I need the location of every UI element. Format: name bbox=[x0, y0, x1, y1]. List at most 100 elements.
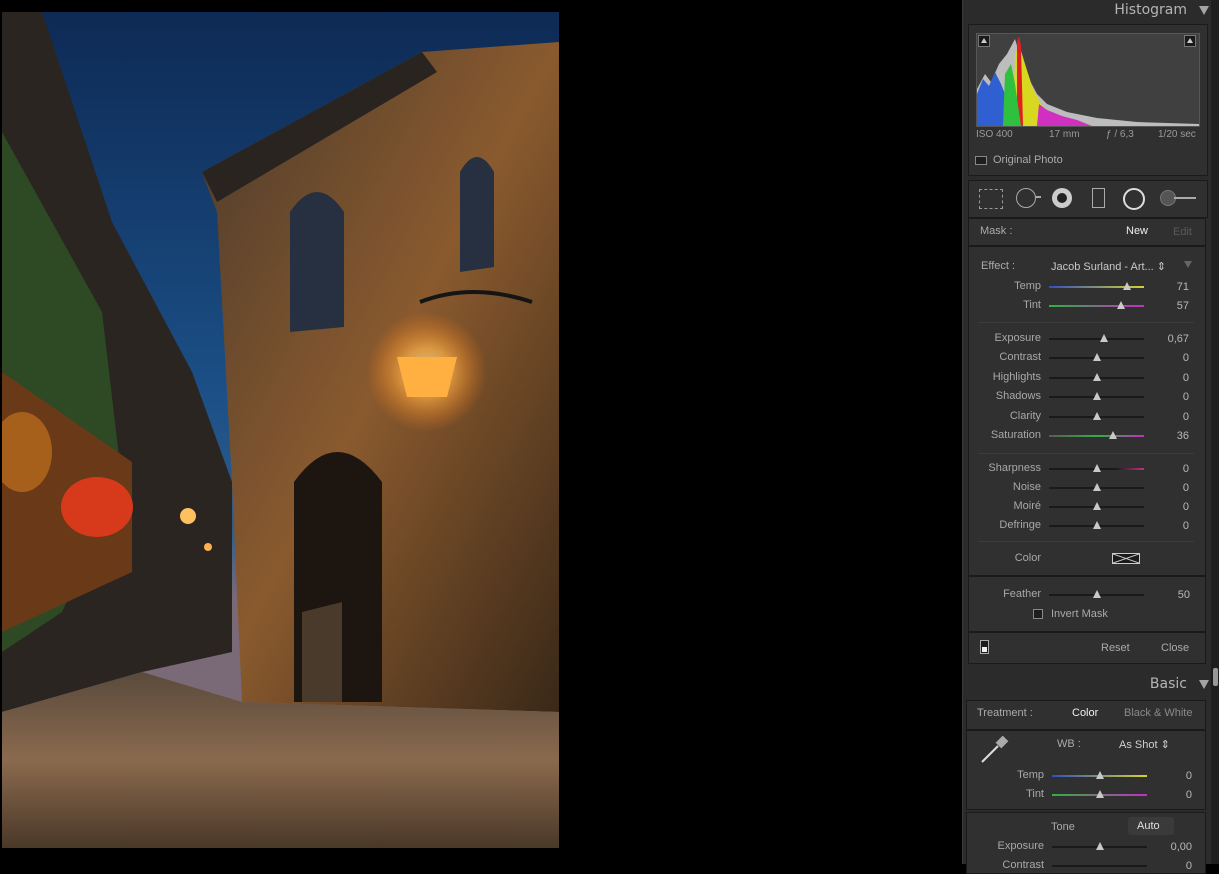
effect-collapse-icon[interactable] bbox=[1184, 261, 1192, 268]
mask-noise-value[interactable]: 0 bbox=[1155, 482, 1189, 494]
feather-label: Feather bbox=[1003, 588, 1041, 600]
mask-saturation-track[interactable] bbox=[1049, 435, 1144, 437]
iso-readout: ISO 400 bbox=[976, 129, 1013, 140]
effect-label: Effect : bbox=[981, 260, 1016, 272]
toggle-switch-icon[interactable] bbox=[980, 640, 989, 654]
shutter-readout: 1/20 sec bbox=[1158, 129, 1196, 140]
tone-auto-label: Auto bbox=[1137, 820, 1160, 832]
mask-defringe-value[interactable]: 0 bbox=[1155, 520, 1189, 532]
basic-temp-value[interactable]: 0 bbox=[1158, 770, 1192, 782]
mask-contrast-value[interactable]: 0 bbox=[1155, 352, 1189, 364]
spot-removal-icon[interactable] bbox=[1016, 188, 1036, 208]
mask-moir-label: Moiré bbox=[1013, 500, 1041, 512]
mask-contrast-label: Contrast bbox=[999, 351, 1041, 363]
tone-label: Tone bbox=[1051, 821, 1075, 833]
mask-highlights-value[interactable]: 0 bbox=[1155, 372, 1189, 384]
mask-shadows-value[interactable]: 0 bbox=[1155, 391, 1189, 403]
mask-noise-thumb[interactable] bbox=[1092, 483, 1101, 491]
histogram-graph bbox=[976, 33, 1200, 127]
section-divider bbox=[978, 541, 1194, 542]
basic-tint-thumb[interactable] bbox=[1096, 790, 1104, 798]
mask-contrast-thumb[interactable] bbox=[1092, 353, 1101, 361]
basic-exposure-label: Exposure bbox=[997, 840, 1044, 852]
wb-select[interactable]: As Shot ⇕ bbox=[1119, 738, 1170, 751]
basic-exposure-value[interactable]: 0,00 bbox=[1158, 841, 1192, 853]
crop-overlay-icon[interactable] bbox=[979, 189, 1003, 209]
mask-new-button[interactable]: New bbox=[1126, 225, 1148, 237]
mask-defringe-thumb[interactable] bbox=[1092, 521, 1101, 529]
mask-exposure-track[interactable] bbox=[1049, 338, 1144, 340]
basic-contrast-value[interactable]: 0 bbox=[1158, 860, 1192, 872]
basic-exposure-thumb[interactable] bbox=[1096, 842, 1104, 850]
mask-exposure-value[interactable]: 0,67 bbox=[1155, 333, 1189, 345]
close-button[interactable]: Close bbox=[1161, 642, 1189, 654]
mask-tint-track[interactable] bbox=[1049, 305, 1144, 307]
mask-tint-label: Tint bbox=[1023, 299, 1041, 311]
mask-sharpness-value[interactable]: 0 bbox=[1155, 463, 1189, 475]
aperture-readout: ƒ / 6,3 bbox=[1106, 129, 1134, 140]
mask-shadows-thumb[interactable] bbox=[1092, 392, 1101, 400]
feather-panel bbox=[968, 576, 1206, 632]
mask-label: Mask : bbox=[980, 225, 1013, 237]
histogram-title: Histogram bbox=[1114, 2, 1187, 18]
feather-slider-thumb[interactable] bbox=[1092, 590, 1101, 598]
color-swatch[interactable] bbox=[1112, 553, 1140, 564]
mask-clarity-thumb[interactable] bbox=[1092, 412, 1101, 420]
basic-contrast-label: Contrast bbox=[1002, 859, 1044, 871]
eyedropper-icon[interactable] bbox=[978, 734, 1010, 766]
mask-edit-button[interactable]: Edit bbox=[1173, 226, 1192, 238]
basic-contrast-track[interactable] bbox=[1052, 865, 1147, 867]
feather-value[interactable]: 50 bbox=[1156, 589, 1190, 601]
basic-collapse-triangle-icon[interactable] bbox=[1199, 680, 1209, 689]
photo-preview[interactable] bbox=[2, 12, 559, 848]
mask-temp-thumb[interactable] bbox=[1122, 282, 1131, 290]
shadow-clipping-icon[interactable] bbox=[978, 35, 990, 47]
original-photo-label: Original Photo bbox=[993, 154, 1063, 166]
radial-filter-icon[interactable] bbox=[1123, 188, 1145, 210]
mask-tint-value[interactable]: 57 bbox=[1155, 300, 1189, 312]
treatment-color-button[interactable]: Color bbox=[1072, 707, 1098, 719]
mask-saturation-thumb[interactable] bbox=[1108, 431, 1117, 439]
red-eye-icon[interactable] bbox=[1052, 188, 1072, 208]
graduated-filter-icon[interactable] bbox=[1092, 188, 1105, 208]
basic-temp-label: Temp bbox=[1017, 769, 1044, 781]
basic-header[interactable]: Basic bbox=[962, 674, 1219, 696]
collapse-triangle-icon[interactable] bbox=[1199, 6, 1209, 15]
original-photo-checkbox[interactable] bbox=[975, 156, 987, 165]
basic-tint-value[interactable]: 0 bbox=[1158, 789, 1192, 801]
histogram-header[interactable]: Histogram bbox=[962, 0, 1219, 22]
invert-mask-label: Invert Mask bbox=[1051, 608, 1108, 620]
section-divider bbox=[978, 453, 1194, 454]
highlight-clipping-icon[interactable] bbox=[1184, 35, 1196, 47]
mask-sharpness-thumb[interactable] bbox=[1092, 464, 1101, 472]
mask-exposure-label: Exposure bbox=[994, 332, 1041, 344]
reset-button[interactable]: Reset bbox=[1101, 642, 1130, 654]
mask-shadows-label: Shadows bbox=[995, 390, 1041, 402]
invert-mask-checkbox[interactable] bbox=[1033, 609, 1043, 619]
wb-label: WB : bbox=[1057, 738, 1081, 750]
mask-clarity-value[interactable]: 0 bbox=[1155, 411, 1189, 423]
mask-exposure-thumb[interactable] bbox=[1100, 334, 1109, 342]
mask-defringe-label: Defringe bbox=[999, 519, 1041, 531]
mask-highlights-thumb[interactable] bbox=[1092, 373, 1101, 381]
mask-tint-thumb[interactable] bbox=[1117, 301, 1126, 309]
mask-highlights-label: Highlights bbox=[992, 371, 1041, 383]
section-divider bbox=[978, 322, 1194, 323]
treatment-label: Treatment : bbox=[977, 707, 1033, 719]
mask-temp-value[interactable]: 71 bbox=[1155, 281, 1189, 293]
spot-removal-arrow-icon bbox=[1036, 196, 1041, 198]
mask-moir-thumb[interactable] bbox=[1092, 502, 1101, 510]
mask-saturation-label: Saturation bbox=[990, 429, 1041, 441]
mask-clarity-label: Clarity bbox=[1009, 410, 1041, 422]
basic-temp-thumb[interactable] bbox=[1096, 771, 1104, 779]
mask-saturation-value[interactable]: 36 bbox=[1155, 430, 1189, 442]
effect-preset-select[interactable]: Jacob Surland - Art... ⇕ bbox=[1051, 260, 1166, 273]
mask-sharpness-label: Sharpness bbox=[988, 462, 1041, 474]
mask-temp-label: Temp bbox=[1014, 280, 1041, 292]
treatment-bw-button[interactable]: Black & White bbox=[1124, 707, 1192, 719]
focal-readout: 17 mm bbox=[1049, 129, 1080, 140]
mask-moir-value[interactable]: 0 bbox=[1155, 501, 1189, 513]
scrollbar[interactable] bbox=[1211, 0, 1219, 864]
mask-noise-label: Noise bbox=[1012, 481, 1041, 493]
adjustment-brush-handle-icon bbox=[1174, 197, 1196, 199]
